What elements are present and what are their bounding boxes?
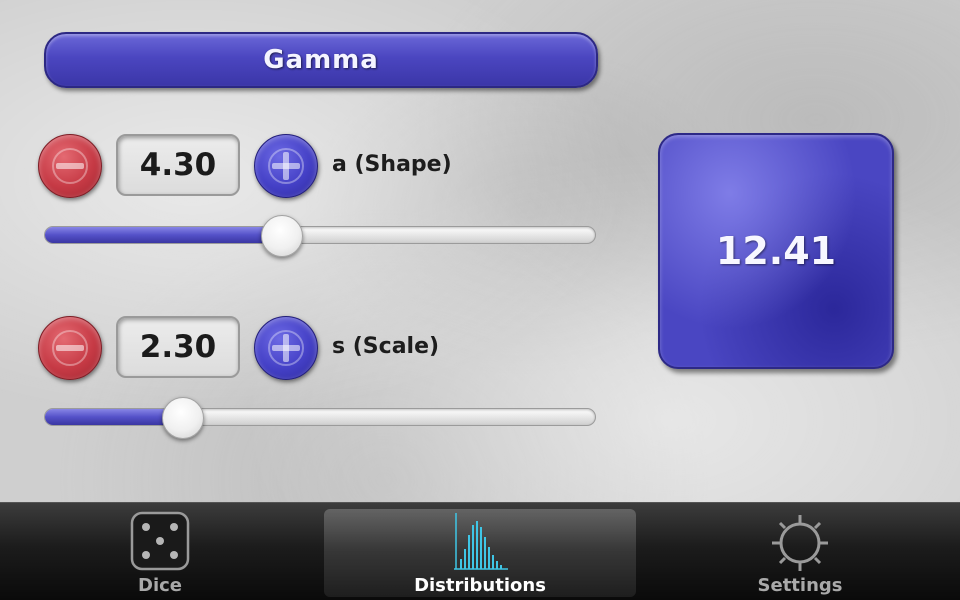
dice-icon [130, 511, 190, 571]
shape-value: 4.30 [139, 147, 217, 183]
shape-label: a (Shape) [332, 152, 452, 177]
scale-value: 2.30 [139, 329, 217, 365]
histogram-icon [454, 513, 508, 570]
shape-slider-fill [45, 227, 282, 243]
tab-settings-label: Settings [757, 575, 843, 596]
scale-value-field[interactable]: 2.30 [116, 316, 240, 378]
shape-decrement-button[interactable] [38, 134, 102, 198]
tab-dice-label: Dice [138, 575, 182, 596]
scale-decrement-button[interactable] [38, 316, 102, 380]
shape-param-row: 4.30 a (Shape) [38, 134, 558, 198]
plus-icon [268, 330, 304, 366]
minus-icon [52, 330, 88, 366]
plus-icon [268, 148, 304, 184]
main-panel: Gamma 4.30 a (Shape) 2.30 s (Scale) 12.4… [0, 0, 960, 502]
tab-distributions-label: Distributions [414, 575, 546, 596]
random-value-display[interactable]: 12.41 [658, 133, 894, 369]
shape-slider[interactable] [44, 215, 596, 257]
shape-value-field[interactable]: 4.30 [116, 134, 240, 196]
minus-icon [52, 148, 88, 184]
tab-dice[interactable]: Dice [0, 503, 320, 600]
scale-slider[interactable] [44, 397, 596, 439]
random-value: 12.41 [715, 229, 837, 273]
scale-label: s (Scale) [332, 334, 440, 359]
tab-bar: Dice Distributions Settings [0, 502, 960, 600]
scale-slider-knob[interactable] [161, 397, 204, 439]
scale-increment-button[interactable] [254, 316, 318, 380]
shape-increment-button[interactable] [254, 134, 318, 198]
shape-slider-knob[interactable] [260, 215, 303, 257]
scale-param-row: 2.30 s (Scale) [38, 316, 558, 380]
tab-settings[interactable]: Settings [640, 503, 960, 600]
tab-distributions[interactable]: Distributions [324, 509, 636, 597]
distribution-title-bar: Gamma [44, 32, 598, 88]
gear-icon [772, 515, 828, 571]
page-title: Gamma [263, 45, 379, 75]
